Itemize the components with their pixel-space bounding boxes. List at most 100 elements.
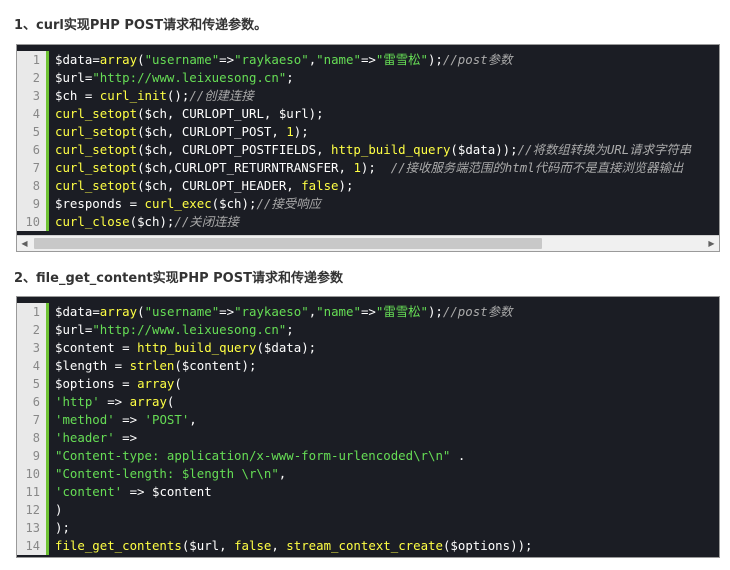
code-token: array — [99, 52, 138, 67]
code-lines: 1 $data=array("username"=>"raykaeso","nam… — [17, 303, 719, 555]
code-token: stream_context_create — [286, 538, 443, 553]
code-token: $data — [55, 52, 93, 67]
code-text: curl_setopt($ch,CURLOPT_RETURNTRANSFER, … — [55, 159, 683, 177]
code-token: $content — [181, 358, 242, 373]
code-text: $content = http_build_query($data); — [55, 339, 316, 357]
code-token: $options — [55, 376, 115, 391]
code-line: 7 'method' => 'POST', — [17, 411, 719, 429]
line-number: 5 — [17, 375, 49, 393]
code-token: => — [114, 412, 145, 427]
code-token: )); — [495, 142, 518, 157]
code-text: curl_setopt($ch, CURLOPT_POST, 1); — [55, 123, 309, 141]
code-token: $ch — [219, 196, 242, 211]
code-token: "username" — [144, 304, 220, 319]
code-token: ); — [427, 304, 443, 319]
line-number: 3 — [17, 87, 49, 105]
code-token: ); — [241, 196, 257, 211]
code-token: ( — [129, 214, 138, 229]
code-line: 4 curl_setopt($ch, CURLOPT_URL, $url); — [17, 105, 719, 123]
line-number: 6 — [17, 393, 49, 411]
code-token: , — [278, 466, 287, 481]
code-text: curl_close($ch);//关闭连接 — [55, 213, 239, 231]
code-text: ); — [55, 519, 70, 537]
line-number: 14 — [17, 537, 49, 555]
code-token: $ch — [144, 106, 167, 121]
code-token: ; — [286, 70, 294, 85]
code-token: (); — [166, 88, 190, 103]
code-token: 'http' — [55, 394, 100, 409]
code-token: ( — [174, 358, 182, 373]
code-text: $data=array("username"=>"raykaeso","name… — [55, 51, 512, 69]
code-token: //关闭连接 — [174, 214, 239, 229]
code-token: ( — [137, 52, 145, 67]
triangle-right-icon[interactable]: ▶ — [704, 236, 719, 251]
code-token: , — [263, 106, 279, 121]
scrollbar-thumb[interactable] — [34, 238, 542, 249]
code-token: ); — [301, 340, 317, 355]
code-token: , — [166, 178, 182, 193]
code-text: $data=array("username"=>"raykaeso","name… — [55, 303, 512, 321]
line-number: 1 — [17, 51, 49, 69]
code-line: 2 $url="http://www.leixuesong.cn"; — [17, 69, 719, 87]
code-line: 5 $options = array( — [17, 375, 719, 393]
line-number: 9 — [17, 195, 49, 213]
line-number: 4 — [17, 357, 49, 375]
code-text: 'http' => array( — [55, 393, 174, 411]
code-lines: 1 $data=array("username"=>"raykaeso","nam… — [17, 51, 719, 231]
code-text: $ch = curl_init();//创建连接 — [55, 87, 254, 105]
code-token: $url — [55, 322, 85, 337]
line-number: 8 — [17, 177, 49, 195]
code-text: $options = array( — [55, 375, 182, 393]
code-token: 'header' — [55, 430, 115, 445]
code-token: = — [114, 376, 138, 391]
line-number: 9 — [17, 447, 49, 465]
code-token: $ch — [137, 214, 160, 229]
code-token: strlen — [129, 358, 175, 373]
code-line: 9 "Content-type: application/x-www-form-u… — [17, 447, 719, 465]
code-token: ); — [308, 106, 324, 121]
horizontal-scrollbar[interactable]: ◀ ▶ — [17, 235, 719, 251]
line-number: 7 — [17, 159, 49, 177]
code-token: => — [219, 304, 235, 319]
code-token: $length — [55, 358, 108, 373]
code-token: , — [271, 538, 287, 553]
code-token: curl_exec — [144, 196, 212, 211]
code-token: http_build_query — [137, 340, 257, 355]
code-token: = — [107, 358, 130, 373]
code-token: , — [219, 538, 235, 553]
code-token: ( — [137, 124, 145, 139]
code-token: //post参数 — [442, 52, 513, 67]
code-token: array — [137, 376, 175, 391]
code-token: ) — [55, 502, 63, 517]
code-token: CURLOPT_HEADER — [181, 178, 287, 193]
code-token: $content — [151, 484, 212, 499]
code-token: , — [166, 124, 182, 139]
code-token: = — [92, 304, 100, 319]
code-token: "username" — [144, 52, 220, 67]
code-token: $content — [55, 340, 115, 355]
code-token: false — [234, 538, 272, 553]
code-token: ); — [293, 124, 309, 139]
line-number: 7 — [17, 411, 49, 429]
code-token: $ch — [55, 88, 78, 103]
code-token: $options — [450, 538, 511, 553]
code-token: http_build_query — [331, 142, 451, 157]
code-token: $ch — [144, 124, 167, 139]
code-line: 1 $data=array("username"=>"raykaeso","nam… — [17, 51, 719, 69]
code-line: 12) — [17, 501, 719, 519]
code-token: //post参数 — [442, 304, 513, 319]
code-token: => — [122, 484, 152, 499]
code-text: curl_setopt($ch, CURLOPT_POSTFIELDS, htt… — [55, 141, 691, 159]
code-text: file_get_contents($url, false, stream_co… — [55, 537, 533, 555]
code-line: 9 $responds = curl_exec($ch);//接受响应 — [17, 195, 719, 213]
code-token: curl_setopt — [55, 160, 138, 175]
code-token: curl_setopt — [55, 124, 138, 139]
triangle-left-icon[interactable]: ◀ — [17, 236, 32, 251]
code-text: "Content-type: application/x-www-form-ur… — [55, 447, 465, 465]
code-token: = — [114, 340, 138, 355]
code-text: $url="http://www.leixuesong.cn"; — [55, 69, 294, 87]
code-line: 3 $ch = curl_init();//创建连接 — [17, 87, 719, 105]
line-number: 11 — [17, 483, 49, 501]
code-token: ( — [137, 178, 145, 193]
code-token: "Content-type: application/x-www-form-ur… — [55, 448, 451, 463]
